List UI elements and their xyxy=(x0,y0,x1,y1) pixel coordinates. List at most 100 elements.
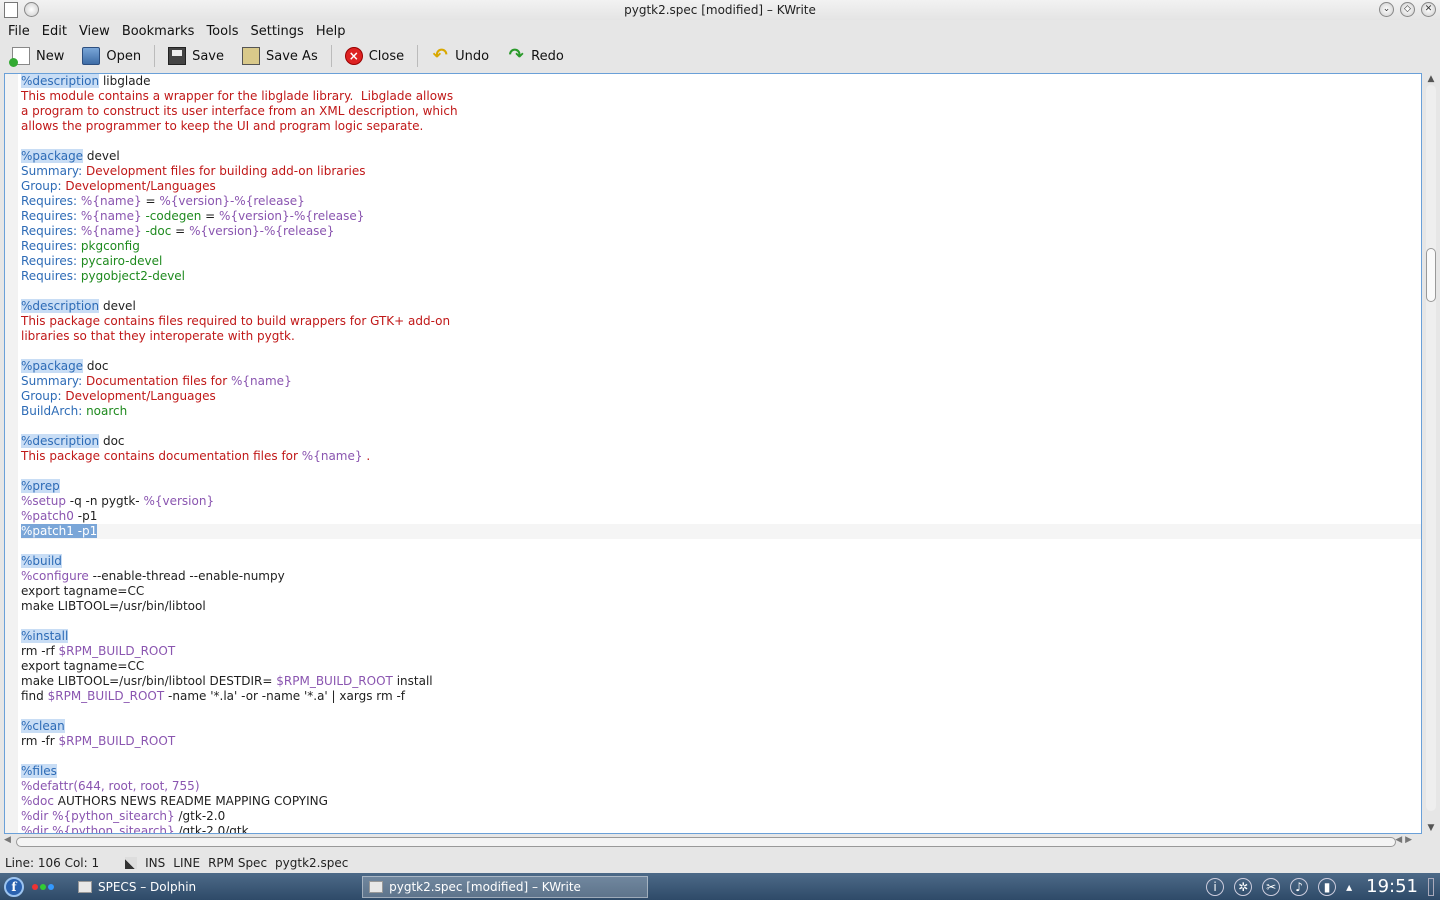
code-line[interactable]: Requires: %{name} = %{version}-%{release… xyxy=(21,194,1421,209)
code-line[interactable] xyxy=(21,134,1421,149)
menu-bookmarks[interactable]: Bookmarks xyxy=(116,24,201,39)
selection-mode[interactable]: LINE xyxy=(173,856,200,870)
volume-icon[interactable]: ♪ xyxy=(1290,877,1309,896)
task-label: pygtk2.spec [modified] – KWrite xyxy=(389,879,581,894)
code-line[interactable]: This package contains files required to … xyxy=(21,314,1421,329)
code-line[interactable] xyxy=(21,419,1421,434)
scroll-right-icon[interactable]: ◀ ▶ xyxy=(1395,835,1412,845)
editor-gutter[interactable] xyxy=(5,74,18,833)
scroll-track[interactable] xyxy=(1426,85,1436,811)
scroll-up-icon[interactable]: ▲ xyxy=(1424,73,1438,85)
code-line[interactable]: Group: Development/Languages xyxy=(21,389,1421,404)
task-kwrite[interactable]: pygtk2.spec [modified] – KWrite xyxy=(362,875,649,898)
code-line[interactable]: %package devel xyxy=(21,149,1421,164)
app-icon[interactable] xyxy=(4,2,18,18)
code-line[interactable]: Summary: Documentation files for %{name} xyxy=(21,374,1421,389)
syntax-mode[interactable]: RPM Spec xyxy=(208,856,267,870)
pin-icon[interactable] xyxy=(24,2,39,17)
maximize-icon[interactable]: ◇ xyxy=(1400,2,1415,17)
vertical-scrollbar[interactable]: ▲ ▼ xyxy=(1424,73,1438,834)
code-line[interactable]: %install xyxy=(21,629,1421,644)
code-line[interactable]: %patch0 -p1 xyxy=(21,509,1421,524)
code-line[interactable]: %clean xyxy=(21,719,1421,734)
code-line[interactable]: %package doc xyxy=(21,359,1421,374)
code-line[interactable]: Requires: pygobject2-devel xyxy=(21,269,1421,284)
code-line[interactable]: Group: Development/Languages xyxy=(21,179,1421,194)
code-line[interactable]: Requires: %{name} -codegen = %{version}-… xyxy=(21,209,1421,224)
menu-help[interactable]: Help xyxy=(310,24,352,39)
code-line[interactable]: rm -fr $RPM_BUILD_ROOT xyxy=(21,734,1421,749)
menu-file[interactable]: File xyxy=(2,24,36,39)
code-line[interactable]: Requires: %{name} -doc = %{version}-%{re… xyxy=(21,224,1421,239)
save-button[interactable]: Save xyxy=(160,43,232,69)
code-line[interactable] xyxy=(21,284,1421,299)
code-line[interactable] xyxy=(21,749,1421,764)
scroll-thumb[interactable] xyxy=(1426,248,1436,302)
code-line[interactable]: libraries so that they interoperate with… xyxy=(21,329,1421,344)
clock[interactable]: 19:51 xyxy=(1366,876,1418,897)
code-line[interactable]: %description libglade xyxy=(21,74,1421,89)
code-line[interactable]: export tagname=CC xyxy=(21,659,1421,674)
code-line[interactable] xyxy=(21,614,1421,629)
close-button[interactable]: × Close xyxy=(337,43,412,69)
clipboard-scissors-icon[interactable]: ✂ xyxy=(1262,877,1281,896)
code-line[interactable]: make LIBTOOL=/usr/bin/libtool xyxy=(21,599,1421,614)
code-line[interactable]: export tagname=CC xyxy=(21,584,1421,599)
code-line[interactable] xyxy=(21,539,1421,554)
tray-expand-icon[interactable]: ▴ xyxy=(1346,880,1352,894)
scroll-left-icon[interactable]: ◀ xyxy=(4,835,11,845)
code-line[interactable]: %build xyxy=(21,554,1421,569)
text-editor[interactable]: %description libglade This module contain… xyxy=(4,73,1422,834)
menu-view[interactable]: View xyxy=(73,24,116,39)
code-line[interactable]: %description devel xyxy=(21,299,1421,314)
info-icon[interactable]: i xyxy=(1206,877,1225,896)
settings-gear-icon[interactable]: ✲ xyxy=(1234,877,1253,896)
input-mode[interactable]: INS xyxy=(145,856,165,870)
code-line[interactable]: %description doc xyxy=(21,434,1421,449)
new-button[interactable]: New xyxy=(4,43,72,69)
undo-button[interactable]: ↶ Undo xyxy=(423,43,497,69)
code-line[interactable]: %configure --enable-thread --enable-nump… xyxy=(21,569,1421,584)
code-line[interactable]: %setup -q -n pygtk- %{version} xyxy=(21,494,1421,509)
redo-button[interactable]: ↷ Redo xyxy=(499,43,572,69)
code-line[interactable]: rm -rf $RPM_BUILD_ROOT xyxy=(21,644,1421,659)
battery-icon[interactable]: ▮ xyxy=(1318,877,1337,896)
code-line[interactable]: %dir %{python_sitearch} /gtk-2.0/gtk xyxy=(21,824,1421,833)
show-desktop-icon[interactable] xyxy=(1428,877,1434,896)
code-line[interactable]: allows the programmer to keep the UI and… xyxy=(21,119,1421,134)
code-line[interactable] xyxy=(21,704,1421,719)
code-line[interactable]: %files xyxy=(21,764,1421,779)
menu-edit[interactable]: Edit xyxy=(36,24,73,39)
code-line[interactable]: %prep xyxy=(21,479,1421,494)
code-line[interactable]: a program to construct its user interfac… xyxy=(21,104,1421,119)
code-line[interactable] xyxy=(21,464,1421,479)
save-as-button[interactable]: Save As xyxy=(234,43,326,69)
code-line[interactable]: %patch1 -p1 xyxy=(21,524,1421,539)
code-token: Requires: xyxy=(21,254,78,268)
menu-settings[interactable]: Settings xyxy=(244,24,309,39)
code-line[interactable]: make LIBTOOL=/usr/bin/libtool DESTDIR= $… xyxy=(21,674,1421,689)
code-line[interactable] xyxy=(21,344,1421,359)
horizontal-scrollbar[interactable]: ◀ ◀ ▶ xyxy=(4,835,1438,849)
code-line[interactable]: %doc AUTHORS NEWS README MAPPING COPYING xyxy=(21,794,1421,809)
task-dolphin[interactable]: SPECS – Dolphin xyxy=(72,876,202,898)
activities-icon[interactable] xyxy=(32,883,54,890)
code-line[interactable]: This module contains a wrapper for the l… xyxy=(21,89,1421,104)
code-line[interactable]: %defattr(644, root, root, 755) xyxy=(21,779,1421,794)
code-line[interactable]: %dir %{python_sitearch} /gtk-2.0 xyxy=(21,809,1421,824)
code-area[interactable]: %description libglade This module contain… xyxy=(21,74,1421,833)
close-window-icon[interactable]: ✕ xyxy=(1421,2,1436,17)
open-button[interactable]: Open xyxy=(74,43,149,69)
minimize-icon[interactable]: ⌄ xyxy=(1379,2,1394,17)
menu-tools[interactable]: Tools xyxy=(200,24,244,39)
code-line[interactable]: This package contains documentation file… xyxy=(21,449,1421,464)
code-line[interactable]: Summary: Development files for building … xyxy=(21,164,1421,179)
launcher-icon[interactable]: f xyxy=(4,876,24,897)
code-line[interactable]: Requires: pkgconfig xyxy=(21,239,1421,254)
code-line[interactable]: find $RPM_BUILD_ROOT -name '*.la' -or -n… xyxy=(21,689,1421,704)
code-line[interactable]: Requires: pycairo-devel xyxy=(21,254,1421,269)
code-line[interactable]: BuildArch: noarch xyxy=(21,404,1421,419)
scroll-down-icon[interactable]: ▼ xyxy=(1424,822,1438,834)
window-titlebar[interactable]: pygtk2.spec [modified] – KWrite ⌄ ◇ ✕ xyxy=(0,0,1440,20)
scroll-thumb-horizontal[interactable] xyxy=(16,837,1396,847)
